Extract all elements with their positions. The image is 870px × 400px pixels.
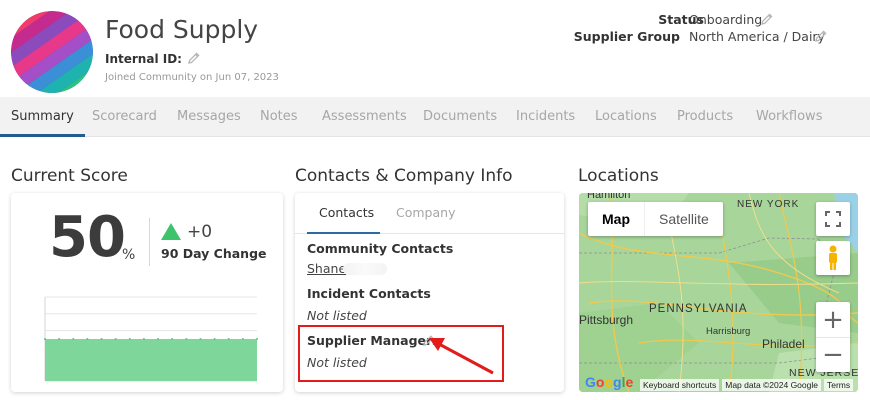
- supplier-tabs: Summary Scorecard Messages Notes Assessm…: [0, 97, 870, 137]
- map-label-harrisburg: Harrisburg: [706, 326, 751, 337]
- supplier-avatar: [11, 11, 93, 93]
- street-view-pegman[interactable]: [816, 241, 850, 275]
- tab-messages[interactable]: Messages: [177, 97, 241, 137]
- score-data-point: [199, 338, 202, 340]
- tab-company[interactable]: Company: [396, 205, 455, 220]
- zoom-controls: + −: [816, 302, 850, 372]
- active-tab-indicator: [307, 232, 380, 234]
- pencil-icon: [815, 30, 827, 42]
- pencil-icon: [761, 13, 773, 25]
- community-contact-link[interactable]: Shane: [307, 261, 346, 276]
- map-label-philadelphia: Philadel: [762, 337, 805, 351]
- supplier-group-value: North America / Dairy: [689, 29, 825, 44]
- map-label-hamilton: Hamilton: [587, 193, 631, 201]
- score-data-point: [171, 338, 174, 340]
- supplier-name: Food Supply: [105, 15, 259, 44]
- contacts-title: Contacts & Company Info: [295, 166, 513, 186]
- score-unit: %: [122, 247, 136, 263]
- satellite-view-button[interactable]: Satellite: [644, 202, 723, 236]
- keyboard-shortcuts-link[interactable]: Keyboard shortcuts: [640, 379, 720, 391]
- tab-scorecard[interactable]: Scorecard: [92, 97, 157, 137]
- zoom-out-button[interactable]: −: [816, 337, 850, 372]
- incident-contacts-value: Not listed: [307, 308, 367, 323]
- annotation-arrow-icon: [429, 338, 494, 375]
- tab-locations[interactable]: Locations: [595, 97, 657, 137]
- score-data-point: [227, 338, 230, 340]
- score-divider: [149, 218, 150, 266]
- score-data-point: [58, 338, 61, 340]
- map-view-button[interactable]: Map: [588, 202, 644, 236]
- score-data-point: [72, 338, 75, 340]
- score-data-point: [128, 338, 131, 340]
- score-data-point: [213, 338, 216, 340]
- terms-link[interactable]: Terms: [823, 379, 854, 391]
- community-contacts-label: Community Contacts: [307, 241, 454, 256]
- score-card: 50 % +0 90 Day Change: [11, 193, 283, 392]
- score-change-label: 90 Day Change: [161, 246, 267, 261]
- pegman-icon: [829, 245, 837, 270]
- tab-assessments[interactable]: Assessments: [322, 97, 407, 137]
- fullscreen-button[interactable]: [816, 202, 850, 236]
- map-footer: Keyboard shortcuts Map data ©2024 Google…: [579, 378, 858, 392]
- score-data-point: [157, 338, 160, 340]
- triangle-up-icon: [161, 223, 181, 240]
- tab-notes[interactable]: Notes: [260, 97, 298, 137]
- score-value: 50: [49, 205, 126, 270]
- map-label-pennsylvania: PENNSYLVANIA: [649, 303, 748, 315]
- supplier-group-label: Supplier Group: [573, 29, 680, 44]
- score-data-point: [256, 338, 258, 340]
- redacted-text: [343, 263, 387, 275]
- score-trend-chart: [44, 296, 258, 382]
- score-data-point: [142, 338, 145, 340]
- tab-summary[interactable]: Summary: [0, 97, 85, 137]
- supplier-header: Food Supply Internal ID: Joined Communit…: [0, 0, 870, 97]
- map-data-attribution: Map data ©2024 Google: [722, 379, 821, 391]
- locations-map[interactable]: Hamilton NEW YORK Pittsburgh PENNSYLVANI…: [579, 193, 858, 392]
- internal-id-label: Internal ID:: [105, 52, 182, 66]
- score-data-point: [185, 338, 188, 340]
- edit-internal-id-button[interactable]: [186, 50, 202, 66]
- score-data-point: [86, 338, 89, 340]
- tab-incidents[interactable]: Incidents: [516, 97, 575, 137]
- map-type-toggle: Map Satellite: [588, 202, 723, 236]
- score-data-point: [100, 338, 103, 340]
- edit-status-button[interactable]: [759, 11, 775, 27]
- current-score-title: Current Score: [11, 166, 128, 186]
- score-data-point: [44, 338, 46, 340]
- score-area-series: [45, 339, 257, 381]
- incident-contacts-label: Incident Contacts: [307, 286, 431, 301]
- joined-date: Joined Community on Jun 07, 2023: [105, 72, 279, 83]
- fullscreen-icon: [825, 211, 841, 227]
- score-change-value: +0: [187, 222, 213, 242]
- status-value: Onboarding: [689, 12, 763, 27]
- tab-products[interactable]: Products: [677, 97, 733, 137]
- tab-contacts[interactable]: Contacts: [319, 205, 374, 220]
- edit-supplier-group-button[interactable]: [813, 28, 829, 44]
- score-data-point: [241, 338, 244, 340]
- pencil-icon: [188, 52, 200, 64]
- tab-documents[interactable]: Documents: [423, 97, 497, 137]
- zoom-in-button[interactable]: +: [816, 302, 850, 337]
- map-label-pittsburgh: Pittsburgh: [579, 313, 634, 327]
- locations-title: Locations: [578, 166, 659, 186]
- map-label-new-york: NEW YORK: [737, 199, 800, 210]
- score-data-point: [114, 338, 117, 340]
- tab-workflows[interactable]: Workflows: [756, 97, 822, 137]
